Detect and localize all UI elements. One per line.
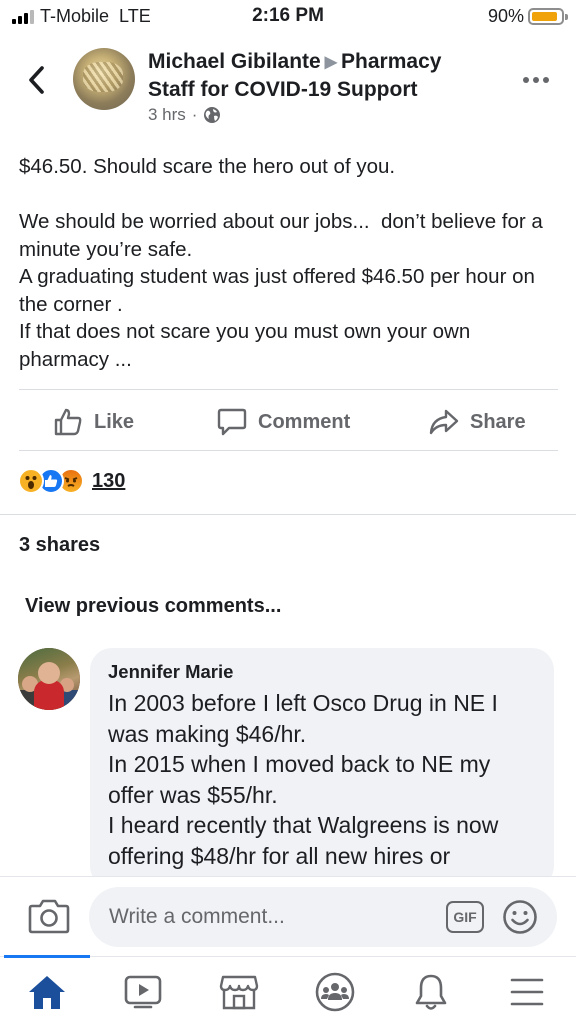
- post-body-line: $46.50. Should scare the hero out of you…: [19, 155, 396, 178]
- divider: [19, 389, 558, 390]
- share-button[interactable]: Share: [428, 394, 526, 450]
- camera-button[interactable]: [28, 897, 70, 935]
- bell-icon: [415, 974, 447, 1010]
- notifications-tab[interactable]: [406, 969, 456, 1015]
- smiley-icon: [503, 900, 537, 934]
- chevron-left-icon: [29, 66, 44, 94]
- status-bar: T-Mobile LTE 2:16 PM 90%: [0, 0, 576, 34]
- comment-input[interactable]: [89, 887, 557, 947]
- comment-line: I heard recently that Walgreens is now o…: [108, 812, 499, 869]
- status-right: 90%: [487, 6, 568, 27]
- post-title: Michael Gibilante ▶ Pharmacy Staff for COV…: [148, 49, 478, 103]
- battery-icon: [528, 8, 568, 25]
- divider: [0, 514, 576, 515]
- comment-label: Comment: [258, 410, 351, 433]
- post-body-line: If that does not scare you you must own …: [19, 320, 476, 371]
- post-body-line: A graduating student was just offered $4…: [19, 265, 541, 316]
- marketplace-tab[interactable]: [214, 969, 264, 1015]
- comment-composer: GIF: [0, 876, 576, 956]
- dot-icon: [533, 77, 539, 83]
- post-body-blank-line: [19, 181, 559, 209]
- globe-icon: [204, 107, 221, 123]
- home-tab[interactable]: [22, 969, 72, 1015]
- thumbs-up-icon: [54, 408, 82, 436]
- divider: [19, 450, 558, 451]
- back-button[interactable]: [22, 62, 52, 98]
- groups-icon: [315, 972, 355, 1012]
- author-name[interactable]: Michael Gibilante: [148, 50, 321, 73]
- share-label: Share: [470, 410, 526, 433]
- battery-percent: 90%: [487, 6, 524, 26]
- wow-reaction-icon: [18, 468, 44, 494]
- like-button[interactable]: Like: [52, 394, 134, 450]
- post-body-line: We should be worried about our jobs... d…: [19, 210, 549, 261]
- menu-tab[interactable]: [502, 969, 552, 1015]
- commenter-name[interactable]: Jennifer Marie: [108, 660, 536, 684]
- emoji-button[interactable]: [502, 899, 538, 935]
- comment-text: In 2003 before I left Osco Drug in NE I …: [108, 688, 536, 871]
- triangle-right-icon: ▶: [324, 54, 338, 71]
- bottom-tab-bar: [0, 955, 576, 1024]
- like-label: Like: [94, 410, 135, 433]
- shares-count[interactable]: 3 shares: [19, 534, 100, 557]
- view-previous-comments-link[interactable]: View previous comments...: [25, 595, 281, 618]
- post-meta: 3 hrs ·: [148, 105, 221, 125]
- comment-line: In 2015 when I moved back to NE my offer…: [108, 751, 491, 808]
- groups-tab[interactable]: [310, 969, 360, 1015]
- battery-level: [532, 12, 558, 21]
- reaction-count[interactable]: 130: [92, 470, 125, 493]
- marketplace-store-icon: [219, 975, 259, 1010]
- comment-bubble: Jennifer Marie In 2003 before I left Osc…: [90, 648, 554, 888]
- dot-icon: [523, 77, 529, 83]
- share-arrow-icon: [429, 409, 459, 435]
- gif-button[interactable]: GIF: [446, 901, 484, 933]
- post-actions: Like Comment Share: [0, 394, 576, 450]
- watch-tab[interactable]: [118, 969, 168, 1015]
- more-options-button[interactable]: [518, 70, 554, 90]
- comment-bubble-icon: [217, 408, 247, 436]
- camera-icon: [28, 899, 70, 934]
- home-icon: [29, 976, 65, 1009]
- author-avatar[interactable]: [73, 48, 135, 110]
- commenter-avatar[interactable]: [18, 648, 80, 710]
- active-tab-indicator: [4, 955, 90, 958]
- comment-line: In 2003 before I left Osco Drug in NE I …: [108, 690, 498, 747]
- post-time[interactable]: 3 hrs: [148, 105, 186, 125]
- reactions-summary[interactable]: 130: [18, 468, 125, 494]
- dot-icon: [543, 77, 549, 83]
- video-play-icon: [124, 975, 162, 1009]
- comment-button[interactable]: Comment: [216, 394, 350, 450]
- post-body: $46.50. Should scare the hero out of you…: [19, 153, 559, 373]
- hamburger-menu-icon: [510, 978, 544, 1006]
